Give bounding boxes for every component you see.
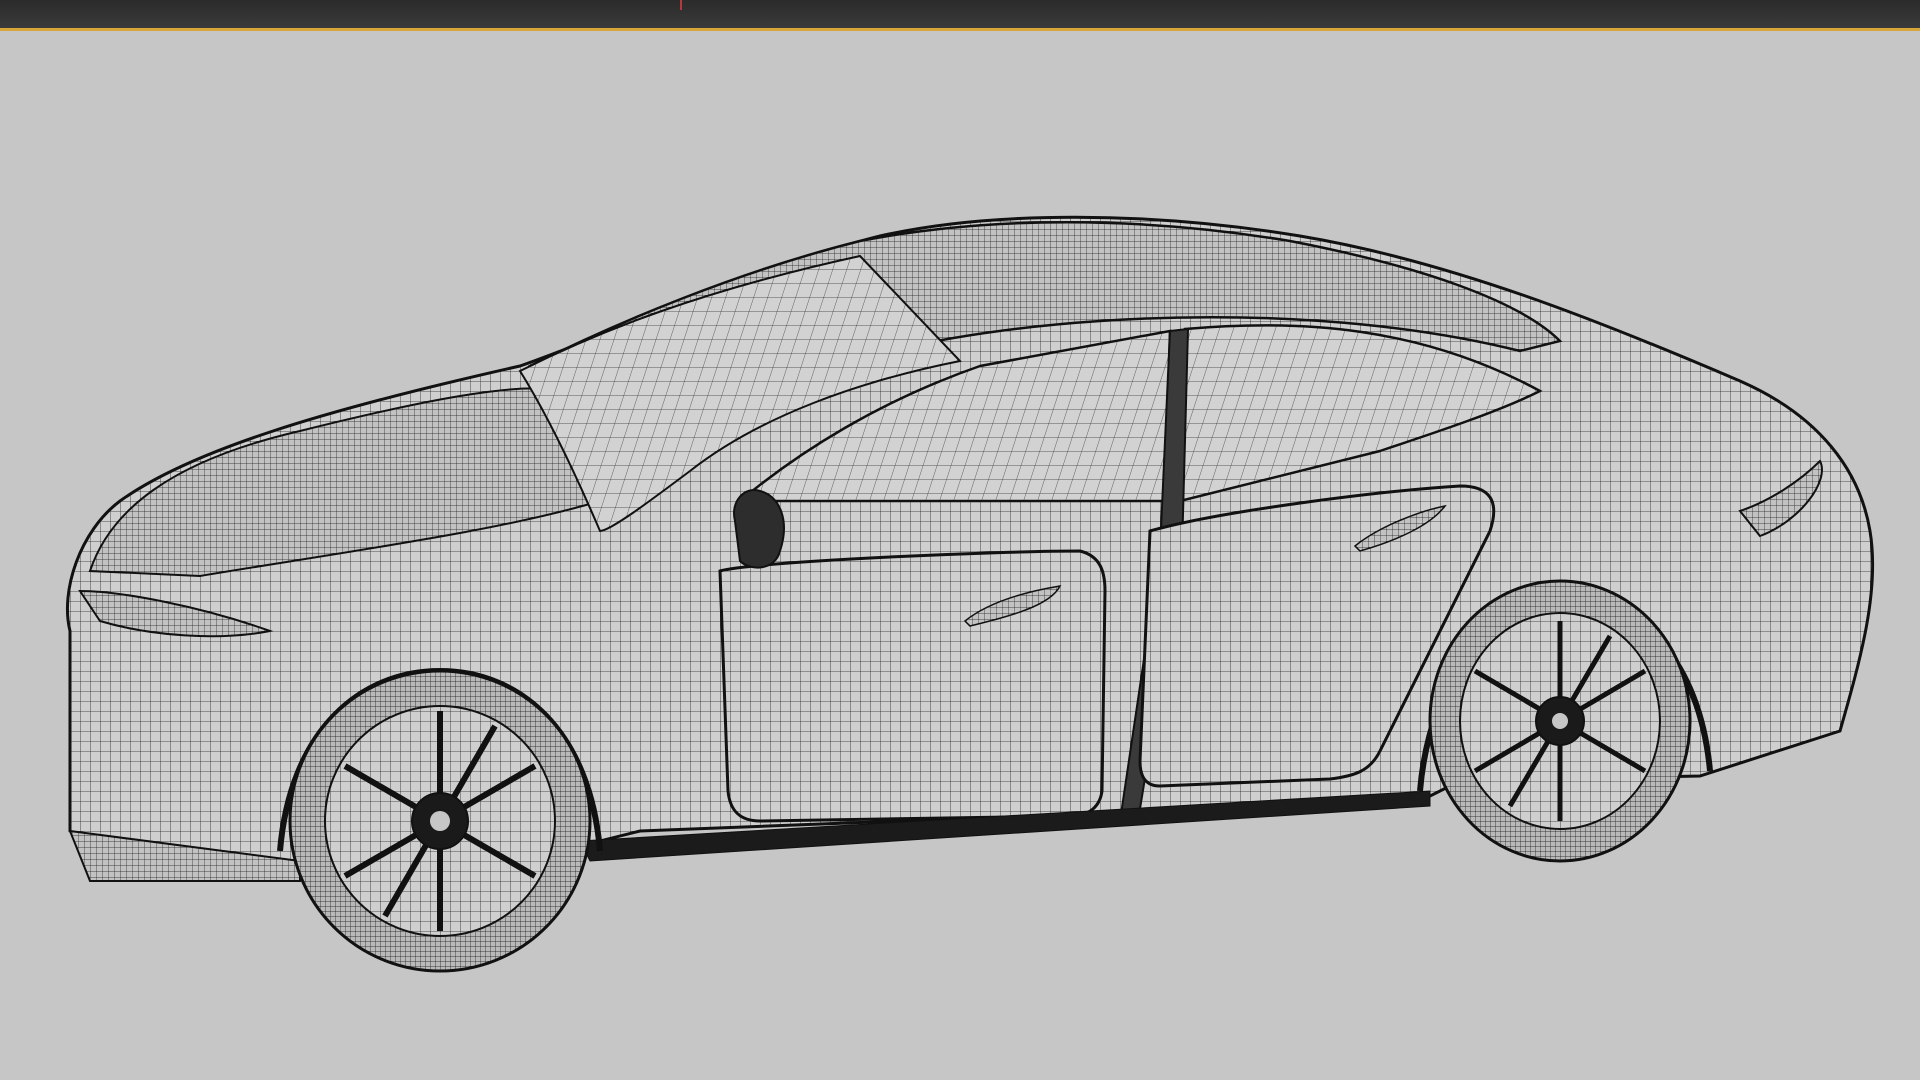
- front-wheel[interactable]: [288, 669, 592, 973]
- 3d-viewport[interactable]: [0, 31, 1920, 1080]
- side-mirror[interactable]: [733, 489, 785, 569]
- viewport-canvas[interactable]: [0, 31, 1920, 1080]
- viewport-header-bar: [0, 0, 1920, 28]
- rear-wheel[interactable]: [1428, 579, 1692, 863]
- playhead-marker: [680, 0, 682, 10]
